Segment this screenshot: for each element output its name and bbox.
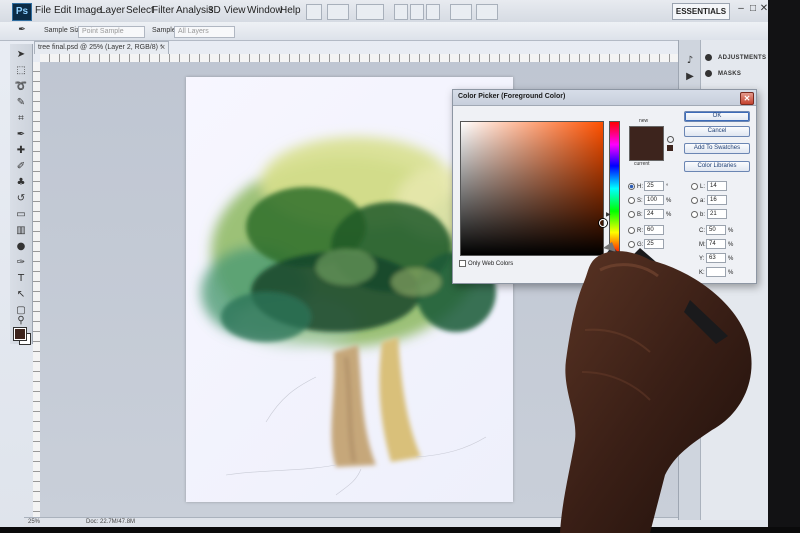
hand-with-stylus	[560, 242, 752, 533]
photoshop-screen: Ps File Edit Image Layer Select Filter A…	[0, 0, 800, 533]
